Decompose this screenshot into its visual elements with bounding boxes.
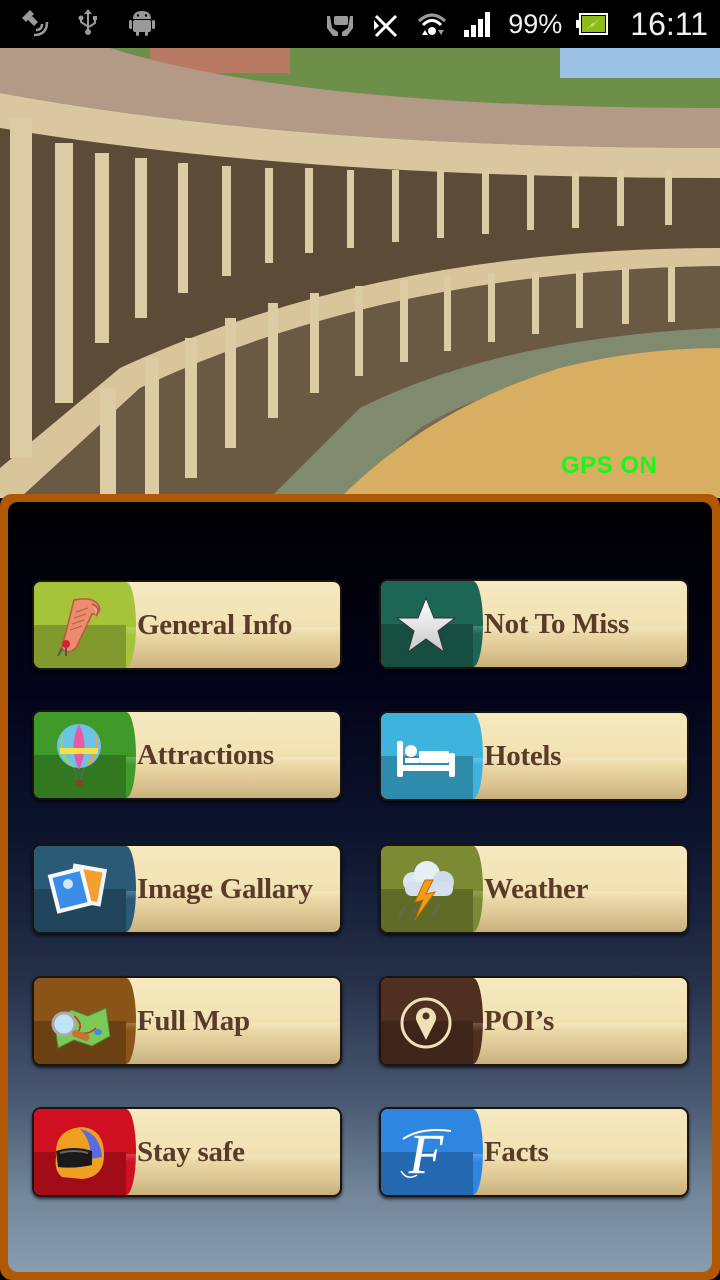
scroll-icon	[57, 598, 101, 657]
hands-icon	[327, 16, 354, 36]
letter-f-icon: F	[400, 1124, 452, 1186]
bed-icon	[397, 741, 455, 777]
image-gallery-label: Image Gallary	[137, 872, 313, 905]
location-pin-icon	[400, 997, 452, 1049]
attractions-label: Attractions	[137, 738, 274, 771]
gps-satellite-icon	[22, 10, 49, 37]
general-info-label: General Info	[137, 608, 293, 641]
full-map-label: Full Map	[137, 1004, 250, 1037]
battery-charging-icon	[576, 13, 609, 35]
hero-image: GPS ON	[0, 48, 720, 498]
hotels-button[interactable]: Hotels	[379, 711, 689, 801]
facts-label: Facts	[484, 1135, 549, 1168]
android-debug-icon	[129, 11, 155, 36]
gps-status: GPS ON	[561, 452, 658, 479]
full-map-button[interactable]: Full Map	[32, 976, 342, 1066]
photos-icon	[47, 863, 108, 914]
thunderstorm-icon	[398, 861, 454, 921]
bluetooth-off-icon	[374, 14, 398, 38]
pois-button[interactable]: POI’s	[379, 976, 689, 1066]
wifi-icon	[418, 13, 447, 35]
helmet-icon	[55, 1127, 104, 1179]
weather-label: Weather	[484, 872, 589, 905]
not-to-miss-label: Not To Miss	[484, 607, 629, 640]
hot-air-balloon-icon	[57, 724, 101, 786]
stay-safe-button[interactable]: Stay safe	[32, 1107, 342, 1197]
bullring-photo	[0, 48, 720, 498]
not-to-miss-button[interactable]: Not To Miss	[379, 579, 689, 669]
map-magnifier-icon	[51, 1007, 111, 1049]
weather-button[interactable]: Weather	[379, 844, 689, 934]
pois-label: POI’s	[484, 1004, 554, 1037]
facts-button[interactable]: F Facts	[379, 1107, 689, 1197]
stay-safe-label: Stay safe	[137, 1135, 245, 1168]
image-gallery-button[interactable]: Image Gallary	[32, 844, 342, 934]
signal-icon	[464, 12, 491, 37]
attractions-button[interactable]: Attractions	[32, 710, 342, 800]
hotels-label: Hotels	[484, 739, 562, 772]
clock: 16:11	[630, 5, 708, 42]
general-info-button[interactable]: General Info	[32, 580, 342, 670]
status-bar: 99% 16:11	[0, 0, 720, 48]
star-icon	[395, 596, 457, 654]
battery-percent: 99%	[508, 8, 563, 39]
usb-icon	[78, 9, 97, 35]
